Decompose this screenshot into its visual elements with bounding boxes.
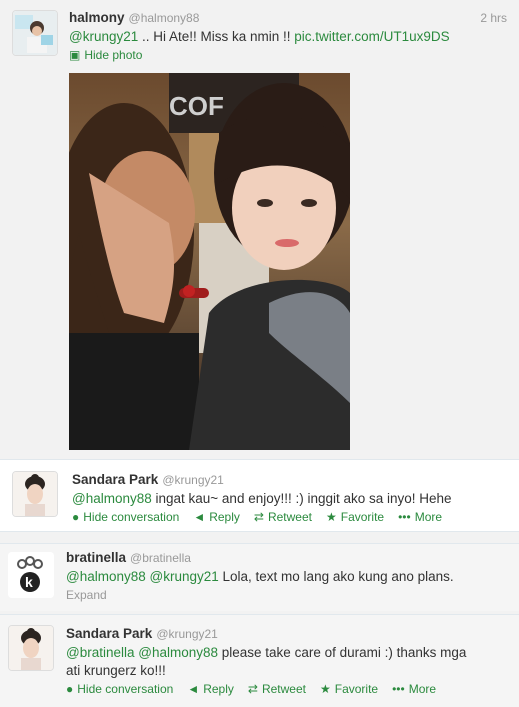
- retweet-button[interactable]: ⇄ Retweet: [248, 682, 306, 696]
- cafe-sign-text: COF: [169, 91, 224, 121]
- tweet-body: .. Hi Ate!! Miss ka nmin !!: [138, 29, 295, 44]
- reply-button[interactable]: ◄ Reply: [187, 682, 234, 696]
- tweet-body: ingat kau~ and enjoy!!! :) inggit ako sa…: [151, 491, 452, 506]
- tweet-text: @halmony88 ingat kau~ and enjoy!!! :) in…: [72, 490, 452, 508]
- author-handle[interactable]: @bratinella: [130, 551, 191, 565]
- reply-label: Reply: [209, 510, 240, 524]
- ellipsis-icon: •••: [392, 682, 405, 696]
- favorite-label: Favorite: [340, 510, 385, 524]
- avatar[interactable]: [8, 625, 54, 671]
- ellipsis-icon: •••: [398, 510, 411, 524]
- tweet-actions: ● Hide conversation ◄ Reply ⇄ Retweet ★ Favo…: [72, 510, 442, 524]
- tweet-sandara-2: Sandara Park @krungy21 @bratinella @halmo…: [0, 614, 519, 707]
- author-handle[interactable]: @krungy21: [162, 473, 224, 487]
- author-name[interactable]: Sandara Park: [72, 472, 158, 487]
- speech-bubble-icon: ●: [66, 682, 74, 696]
- tweet-body-line-2: ati krungerz ko!!!: [66, 663, 166, 678]
- reply-button[interactable]: ◄ Reply: [193, 510, 240, 524]
- mention-link[interactable]: @halmony88: [72, 491, 152, 506]
- hide-photo-label: Hide photo: [84, 48, 143, 62]
- avatar-image: [13, 11, 57, 55]
- more-button[interactable]: ••• More: [392, 682, 436, 696]
- avatar[interactable]: [12, 10, 58, 56]
- tweet-text: @halmony88 @krungy21 Lola, text mo lang …: [66, 568, 454, 586]
- avatar-image: k: [8, 552, 54, 598]
- reply-icon: ◄: [187, 682, 200, 696]
- retweet-icon: ⇄: [253, 510, 264, 524]
- tweet-text: @krungy21 .. Hi Ate!! Miss ka nmin !! pi…: [69, 28, 450, 46]
- reply-label: Reply: [203, 682, 234, 696]
- tweet-actions: ● Hide conversation ◄ Reply ⇄ Retweet ★ Favo…: [66, 682, 436, 696]
- tweet-halmony: halmony @halmony88 2 hrs @krungy21 .. Hi …: [0, 0, 519, 459]
- mention-link[interactable]: @halmony88: [138, 645, 218, 660]
- more-label: More: [414, 510, 443, 524]
- more-label: More: [408, 682, 437, 696]
- avatar-image: [9, 626, 53, 670]
- star-icon: ★: [325, 510, 337, 524]
- mention-link[interactable]: @bratinella: [66, 645, 135, 660]
- tweet-text: @bratinella @halmony88 please take care …: [66, 644, 466, 680]
- photo-icon: ▣: [69, 48, 81, 62]
- hide-conversation-label: Hide conversation: [77, 682, 174, 696]
- hide-conversation-button[interactable]: ● Hide conversation: [66, 682, 173, 696]
- favorite-label: Favorite: [334, 682, 379, 696]
- star-icon: ★: [319, 682, 331, 696]
- author-handle[interactable]: @halmony88: [129, 11, 200, 25]
- more-button[interactable]: ••• More: [398, 510, 442, 524]
- retweet-icon: ⇄: [247, 682, 258, 696]
- tweet-body: Lola, text mo lang ako kung ano plans.: [218, 569, 454, 584]
- speech-bubble-icon: ●: [72, 510, 80, 524]
- hide-conversation-button[interactable]: ● Hide conversation: [72, 510, 179, 524]
- expand-link[interactable]: Expand: [66, 588, 107, 602]
- author-name[interactable]: halmony: [69, 10, 125, 25]
- favorite-button[interactable]: ★ Favorite: [320, 682, 378, 696]
- mention-link[interactable]: @krungy21: [69, 29, 138, 44]
- avatar[interactable]: k: [8, 552, 54, 598]
- retweet-label: Retweet: [267, 510, 312, 524]
- mention-link[interactable]: @halmony88: [66, 569, 146, 584]
- author-name[interactable]: Sandara Park: [66, 626, 152, 641]
- avatar-letter: k: [25, 574, 33, 590]
- retweet-button[interactable]: ⇄ Retweet: [254, 510, 312, 524]
- pic-link[interactable]: pic.twitter.com/UT1ux9DS: [294, 29, 449, 44]
- tweet-sandara-1: Sandara Park @krungy21 @halmony88 ingat k…: [0, 459, 519, 532]
- tweet-bratinella: k bratinella @bratinella @halmony88 @krun…: [0, 543, 519, 611]
- photo-image: COF: [69, 73, 350, 450]
- author-name[interactable]: bratinella: [66, 550, 126, 565]
- retweet-label: Retweet: [261, 682, 306, 696]
- avatar-image: [13, 472, 57, 516]
- tweet-photo[interactable]: COF: [69, 73, 350, 450]
- hide-conversation-label: Hide conversation: [83, 510, 180, 524]
- avatar[interactable]: [12, 471, 58, 517]
- timestamp[interactable]: 2 hrs: [480, 11, 507, 25]
- reply-icon: ◄: [193, 510, 206, 524]
- author-handle[interactable]: @krungy21: [156, 627, 218, 641]
- mention-link[interactable]: @krungy21: [150, 569, 219, 584]
- tweet-body: please take care of durami :) thanks mga: [218, 645, 467, 660]
- hide-photo-button[interactable]: ▣ Hide photo: [69, 48, 142, 62]
- favorite-button[interactable]: ★ Favorite: [326, 510, 384, 524]
